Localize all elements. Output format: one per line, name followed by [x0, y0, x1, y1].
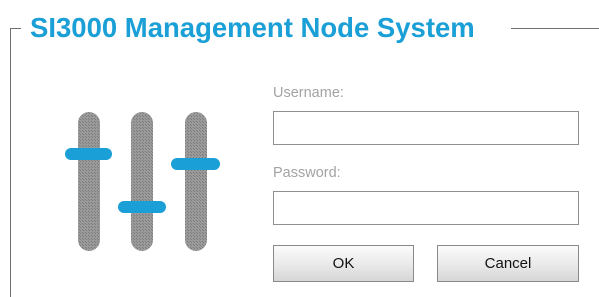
page-title: SI3000 Management Node System — [30, 12, 475, 43]
slider-knob-middle — [118, 201, 166, 213]
slider-right — [171, 112, 220, 251]
password-input[interactable] — [273, 191, 579, 225]
frame-border-left — [10, 28, 11, 297]
username-input[interactable] — [273, 111, 579, 145]
slider-track-left — [78, 112, 100, 251]
frame-border-top-left — [10, 28, 21, 29]
slider-middle — [118, 112, 166, 251]
slider-knob-right — [171, 158, 220, 170]
frame-border-top-right — [511, 28, 599, 29]
username-label: Username: — [273, 85, 344, 101]
slider-track-right — [185, 112, 207, 251]
slider-track-middle — [131, 112, 153, 251]
ok-button[interactable]: OK — [273, 245, 414, 282]
slider-left — [65, 112, 112, 251]
slider-knob-left — [65, 148, 112, 160]
password-label: Password: — [273, 165, 341, 181]
mixer-sliders-icon — [65, 112, 220, 251]
cancel-button[interactable]: Cancel — [437, 245, 579, 282]
